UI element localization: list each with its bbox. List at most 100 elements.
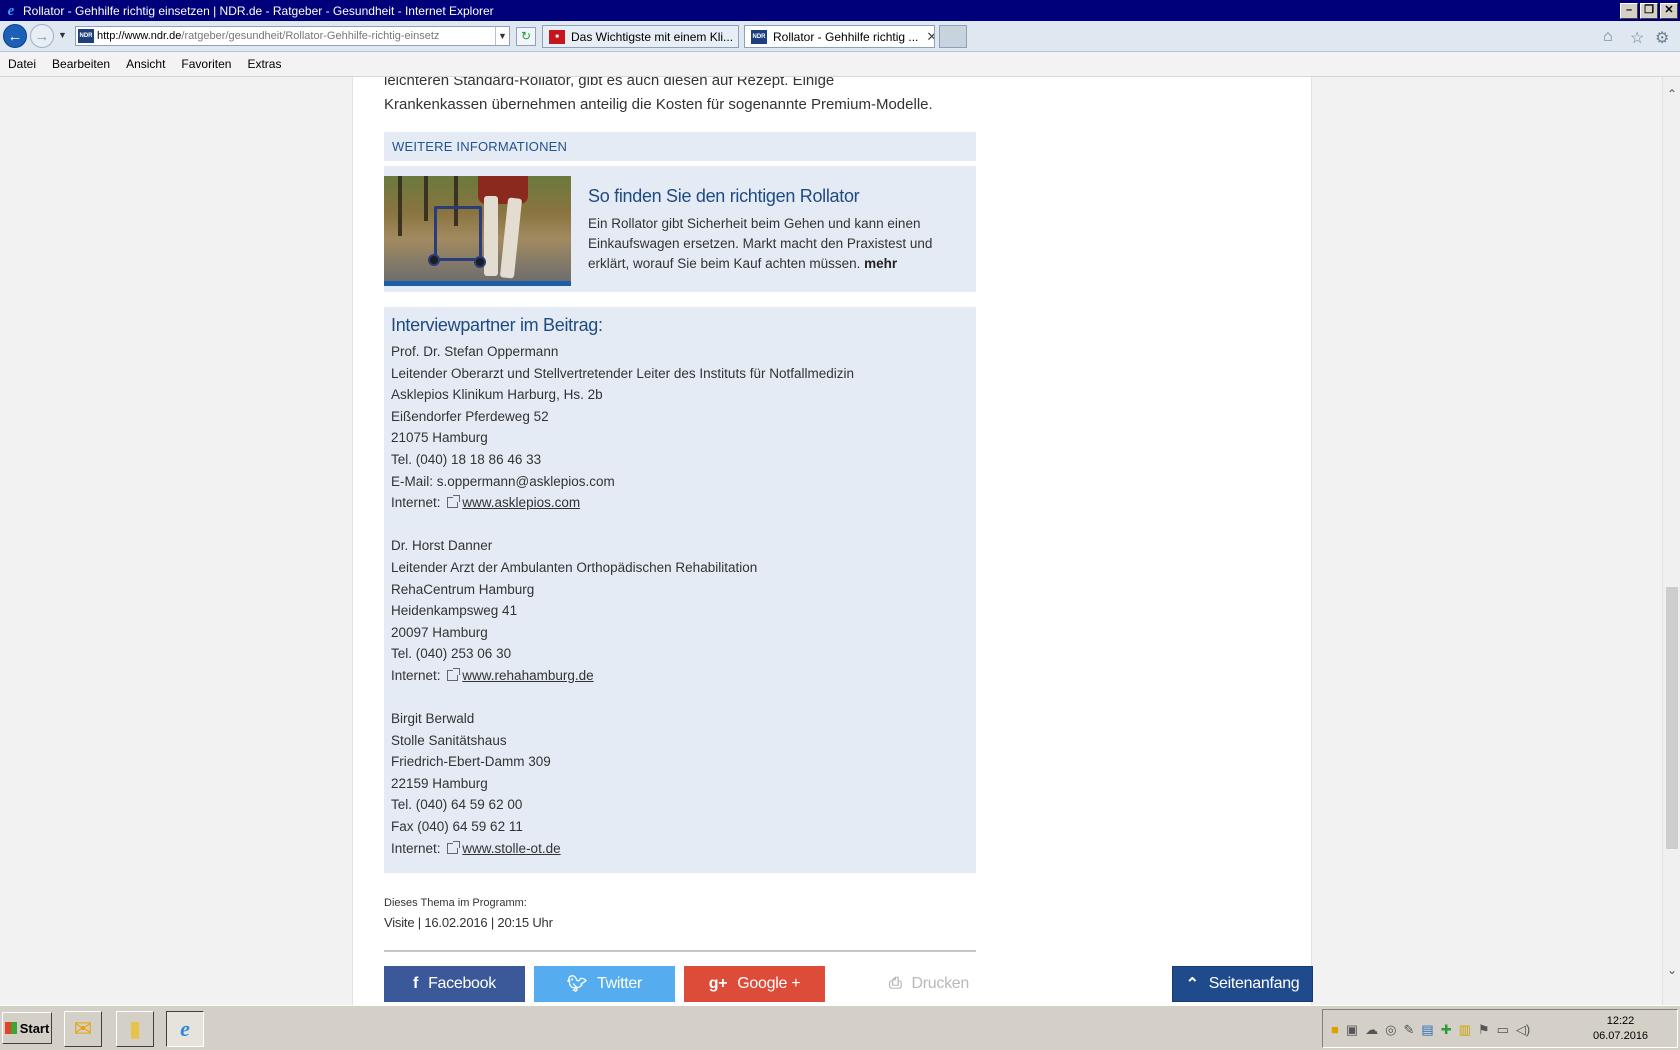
- tab-rollator[interactable]: NDR Rollator - Gehhilfe richtig ... ✕: [744, 25, 935, 48]
- interview-heading: Interviewpartner im Beitrag:: [391, 315, 603, 335]
- print-button[interactable]: ⎙ Drucken: [874, 966, 984, 1002]
- tab-das-wichtigste[interactable]: ■ Das Wichtigste mit einem Kli...: [542, 25, 739, 48]
- thumb-leg: [484, 196, 498, 276]
- partner-email: E-Mail: s.oppermann@asklepios.com: [391, 473, 615, 489]
- flag-icon[interactable]: ⚑: [1478, 1022, 1490, 1038]
- restore-button[interactable]: ❐: [1640, 2, 1658, 19]
- partner-fax: Fax (040) 64 59 62 11: [391, 819, 523, 835]
- print-label: Drucken: [911, 975, 970, 992]
- notification-icon[interactable]: ■: [1331, 1022, 1339, 1038]
- external-link-icon: [447, 840, 461, 854]
- forward-button[interactable]: →: [30, 24, 54, 48]
- internet-label: Internet:: [391, 495, 445, 511]
- address-dropdown-icon[interactable]: ▼: [495, 27, 509, 45]
- partner-internet: Internet: www.stolle-ot.de: [391, 838, 969, 860]
- system-tray: ■ ▣ ☁ ◎ ✎ ▤ ✚ ▥ ⚑ ▭ ◁) 12:22 06.07.2016: [1322, 1009, 1678, 1048]
- pen-icon[interactable]: ✎: [1404, 1022, 1415, 1038]
- tab-site-icon: ■: [549, 29, 565, 44]
- facebook-share-button[interactable]: f Facebook: [384, 966, 525, 1002]
- ndr-favicon-icon: NDR: [751, 29, 767, 44]
- menu-datei[interactable]: Datei: [8, 57, 36, 71]
- folder-icon[interactable]: ▮: [116, 1011, 154, 1047]
- article-text: leichteren Standard-Rollator, gibt es au…: [384, 77, 984, 117]
- clock[interactable]: 12:22 06.07.2016: [1593, 1014, 1648, 1044]
- google-label: Google +: [737, 975, 801, 992]
- address-bar[interactable]: NDR http://www.ndr.de/ratgeber/gesundhei…: [75, 26, 510, 46]
- back-button[interactable]: ←: [3, 24, 27, 48]
- partner-name: Dr. Horst Danner: [391, 538, 493, 554]
- refresh-icon[interactable]: ↻: [516, 27, 536, 46]
- vertical-scrollbar[interactable]: ⌃ ⌄: [1662, 77, 1680, 1005]
- divider: [384, 950, 976, 952]
- scrollbar-thumb[interactable]: [1666, 587, 1678, 849]
- scroll-up-icon[interactable]: ⌃: [1663, 85, 1680, 103]
- twitter-share-button[interactable]: 🐦︎ Twitter: [534, 966, 675, 1002]
- update-icon[interactable]: ✚: [1441, 1022, 1452, 1038]
- menu-favoriten[interactable]: Favoriten: [181, 57, 231, 71]
- navigation-bar: ← → ▼ NDR http://www.ndr.de/ratgeber/ges…: [0, 21, 1680, 52]
- share-bar: f Facebook 🐦︎ Twitter g+ Google + ⎙ Drucken …: [384, 966, 1313, 1002]
- thumb-rollator-frame: [434, 206, 482, 261]
- clock-date: 06.07.2016: [1593, 1030, 1649, 1042]
- twitter-bird-icon: 🐦︎: [566, 976, 587, 993]
- outlook-icon[interactable]: ✉: [64, 1011, 102, 1047]
- minimize-button[interactable]: –: [1620, 2, 1638, 19]
- close-button[interactable]: ✕: [1660, 2, 1678, 19]
- partner-role: Leitender Oberarzt und Stellvertretender…: [391, 365, 854, 381]
- rehahamburg-link[interactable]: www.rehahamburg.de: [462, 668, 593, 683]
- network-icon[interactable]: ▣: [1346, 1022, 1358, 1038]
- sync-icon[interactable]: ◎: [1385, 1022, 1396, 1038]
- partner-org: Asklepios Klinikum Harburg, Hs. 2b: [391, 387, 603, 403]
- card-title[interactable]: So finden Sie den richtigen Rollator: [588, 186, 860, 207]
- external-link-icon: [447, 667, 461, 681]
- back-to-top-button[interactable]: ⌃ Seitenanfang: [1172, 966, 1313, 1002]
- new-tab-button[interactable]: [939, 25, 967, 48]
- weitere-informationen-heading: WEITERE INFORMATIONEN: [384, 132, 976, 161]
- address-url[interactable]: http://www.ndr.de/ratgeber/gesundheit/Ro…: [97, 30, 495, 42]
- partner-tel: Tel. (040) 253 06 30: [391, 646, 512, 662]
- tray-icons: ■ ▣ ☁ ◎ ✎ ▤ ✚ ▥ ⚑ ▭ ◁): [1331, 1022, 1530, 1038]
- cloud-icon[interactable]: ☁: [1365, 1022, 1378, 1038]
- printer-icon: ⎙: [889, 975, 902, 992]
- close-tab-icon[interactable]: ✕: [918, 29, 934, 45]
- thumb-tree: [398, 176, 402, 236]
- scroll-down-icon[interactable]: ⌄: [1663, 961, 1680, 979]
- menu-bar: Datei Bearbeiten Ansicht Favoriten Extra…: [0, 52, 1680, 77]
- menu-bearbeiten[interactable]: Bearbeiten: [52, 57, 110, 71]
- thumb-wheel: [428, 254, 440, 266]
- favorites-star-icon[interactable]: ☆: [1630, 28, 1644, 48]
- partner-street: Eißendorfer Pferdeweg 52: [391, 408, 549, 424]
- menu-extras[interactable]: Extras: [247, 57, 281, 71]
- internet-explorer-icon[interactable]: e: [166, 1011, 204, 1047]
- rollator-thumbnail[interactable]: [384, 176, 571, 286]
- display-icon[interactable]: ▭: [1497, 1022, 1509, 1038]
- mehr-link[interactable]: mehr: [864, 256, 897, 271]
- partner-street: Heidenkampsweg 41: [391, 603, 518, 619]
- app-icon[interactable]: ▤: [1421, 1022, 1433, 1038]
- google-plus-icon: g+: [708, 975, 728, 992]
- menu-ansicht[interactable]: Ansicht: [126, 57, 165, 71]
- gear-icon[interactable]: ⚙: [1655, 28, 1669, 48]
- volume-icon[interactable]: ◁): [1516, 1022, 1530, 1038]
- related-article-card[interactable]: So finden Sie den richtigen Rollator Ein…: [384, 166, 976, 292]
- partner-city: 20097 Hamburg: [391, 624, 488, 640]
- stolle-link[interactable]: www.stolle-ot.de: [462, 841, 560, 856]
- partner-internet: Internet: www.rehahamburg.de: [391, 665, 969, 687]
- start-button[interactable]: Start: [2, 1012, 52, 1044]
- history-dropdown-icon[interactable]: ▼: [58, 30, 67, 40]
- partner-internet: Internet: www.asklepios.com: [391, 492, 969, 514]
- facebook-label: Facebook: [428, 975, 496, 992]
- window-controls: – ❐ ✕: [1620, 2, 1678, 19]
- asklepios-link[interactable]: www.asklepios.com: [462, 495, 580, 510]
- top-label: Seitenanfang: [1208, 975, 1300, 992]
- partner-city: 22159 Hamburg: [391, 775, 488, 791]
- google-plus-share-button[interactable]: g+ Google +: [684, 966, 825, 1002]
- security-icon[interactable]: ▥: [1459, 1022, 1471, 1038]
- home-icon[interactable]: ⌂: [1603, 28, 1613, 46]
- article-line: leichteren Standard-Rollator, gibt es au…: [384, 77, 835, 89]
- windows-taskbar: Start ✉ ▮ e ■ ▣ ☁ ◎ ✎ ▤ ✚ ▥ ⚑ ▭ ◁) 12:22…: [0, 1005, 1680, 1050]
- article-line: Krankenkassen übernehmen anteilig die Ko…: [384, 96, 933, 113]
- partner-org: RehaCentrum Hamburg: [391, 581, 535, 597]
- facebook-icon: f: [413, 975, 419, 992]
